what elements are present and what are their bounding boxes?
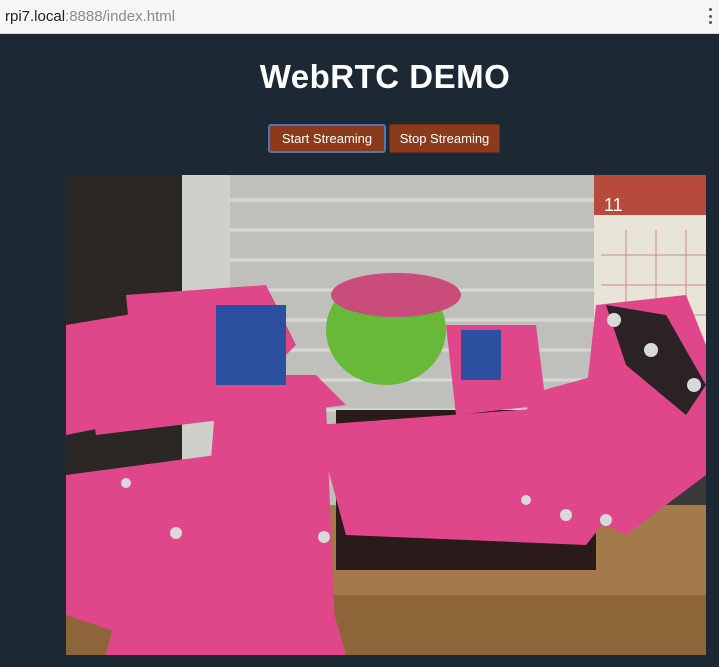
calendar-label: 11	[604, 195, 623, 215]
stop-streaming-button[interactable]: Stop Streaming	[389, 124, 500, 153]
browser-address-bar[interactable]: rpi7.local:8888/index.html	[0, 0, 719, 34]
url-host: rpi7.local	[5, 8, 66, 25]
video-frame: 11	[66, 175, 706, 655]
start-streaming-button[interactable]: Start Streaming	[268, 124, 386, 153]
page-title: WebRTC DEMO	[259, 58, 511, 95]
more-menu-icon[interactable]	[709, 8, 713, 24]
url-field[interactable]: rpi7.local:8888/index.html	[5, 8, 175, 26]
url-path: :8888/index.html	[65, 8, 176, 25]
video-stream: 11	[66, 175, 706, 655]
